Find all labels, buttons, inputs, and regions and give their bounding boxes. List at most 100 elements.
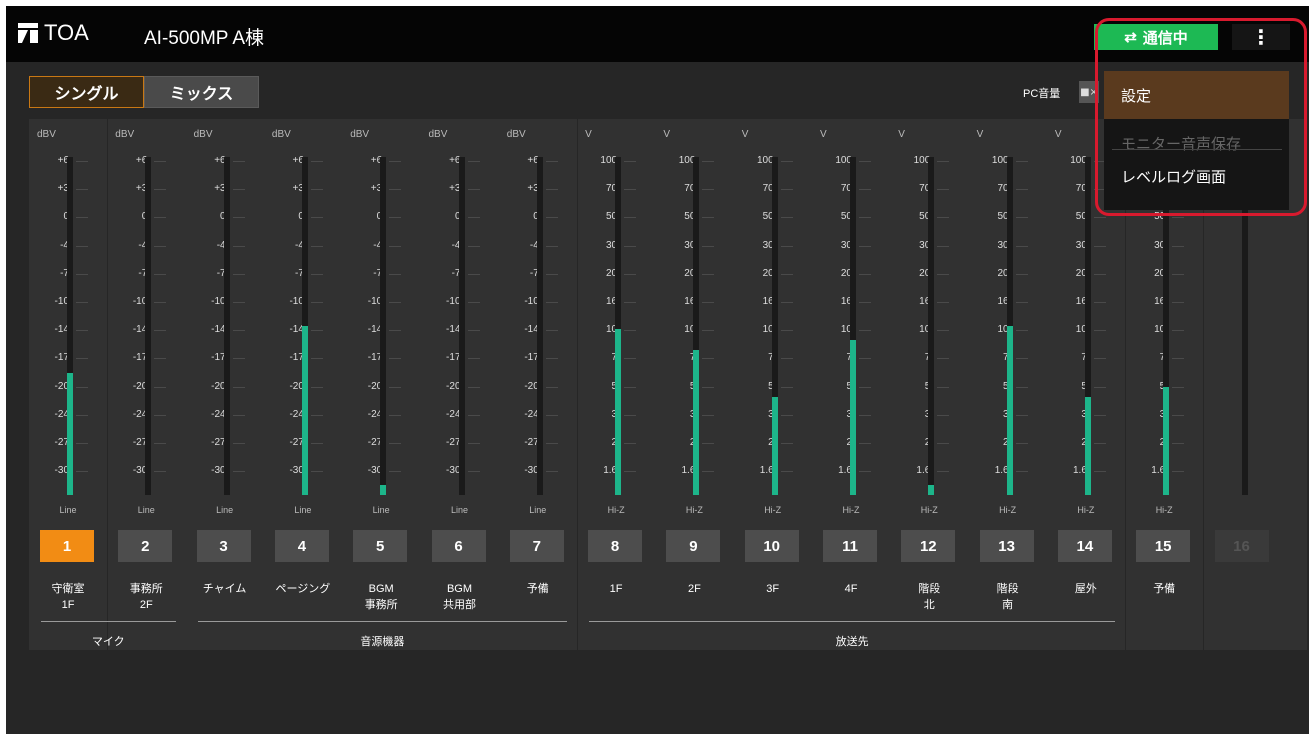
channel-button-5[interactable]: 5 [353, 530, 408, 562]
meter-tick-label: 50 [1154, 211, 1166, 223]
meter-tick-line [545, 161, 558, 162]
meter-tick-label: 16 [919, 296, 931, 307]
channel-button-3[interactable]: 3 [196, 530, 251, 562]
meter-tick-line [624, 386, 637, 388]
meter-tick-label: 5 [581, 381, 618, 392]
meter-tick-label: 50 [840, 211, 852, 223]
meter-tick-line [76, 161, 88, 162]
channel-button-12[interactable]: 12 [901, 530, 956, 562]
meter-tick-label: -14 [524, 324, 539, 336]
meter-unit-label: dBV [37, 129, 56, 140]
level-meter-fill [615, 329, 622, 495]
sync-icon: ⇄ [1124, 29, 1137, 46]
meter-tick-line [389, 443, 402, 444]
meter-tick-line [859, 386, 871, 388]
meter-tick-label: -27 [524, 437, 539, 448]
channel-button-7[interactable]: 7 [509, 530, 564, 562]
input-type-label: Hi-Z [607, 505, 625, 515]
level-meter-track [1084, 157, 1091, 495]
meter-unit-label: dBV [271, 129, 291, 140]
meter-tick-line [702, 161, 715, 162]
meter-tick-label: 20 [605, 267, 618, 279]
meter-tick-label: +6 [370, 155, 383, 166]
input-type-label: Line [450, 505, 468, 515]
meter-tick-label: -30 [211, 465, 226, 477]
pc-volume-toggle[interactable]: ■× [1079, 81, 1099, 103]
meter-tick-line [1093, 471, 1106, 473]
meter-tick-label: -27 [54, 437, 69, 448]
meter-tick-line [859, 161, 871, 162]
tab-single[interactable]: シングル [29, 76, 144, 108]
channel-button-11[interactable]: 11 [823, 530, 877, 562]
meter-tick-label: 16 [840, 296, 852, 307]
meter-tick-label: 1.6 [994, 465, 1009, 477]
level-meter-track [380, 157, 387, 495]
meter-tick-label: -20 [446, 380, 461, 392]
channel-button-9[interactable]: 9 [666, 530, 721, 562]
channel-name: BGM 共用部 [443, 583, 476, 611]
tab-mix[interactable]: ミックス [144, 76, 259, 108]
meter-tick-line [154, 273, 167, 275]
meter-tick-line [1172, 330, 1185, 332]
meter-tick-line [154, 358, 167, 360]
channel-button-8[interactable]: 8 [588, 530, 643, 562]
meter-tick-line [154, 217, 167, 219]
meter-tick-line [937, 330, 950, 332]
meter-tick-line [232, 386, 245, 388]
channel-strip-5: dBV +6 +3 0 -4 -7 -10 -14 -17 -20 -24 -27 -30 Line 5 BG… [342, 119, 420, 650]
meter-tick-line [1172, 302, 1185, 303]
channel-button-2[interactable]: 2 [118, 530, 173, 562]
meter-tick-label: -4 [60, 239, 69, 251]
meter-tick-label: -4 [373, 239, 383, 251]
meter-tick-line [1093, 273, 1106, 275]
meter-tick-label: 5 [659, 381, 696, 392]
meter-tick-label: 2 [973, 437, 1009, 448]
menu-item-settings[interactable]: 設定 [1104, 71, 1289, 119]
channel-strip-4: dBV +6 +3 0 -4 -7 -10 -14 -17 -20 -24 -27 -30 Line 4 ペー… [264, 119, 342, 650]
channel-name: 予備 [1153, 583, 1176, 595]
meter-tick-label: -24 [132, 408, 148, 420]
device-title: AI-500MP A棟 [144, 28, 265, 49]
meter-tick-label: +3 [292, 183, 304, 195]
meter-tick-line [1015, 217, 1028, 219]
connection-status-button[interactable]: ⇄ 通信中 [1094, 24, 1218, 50]
menu-item-level-log[interactable]: レベルログ画面 [1104, 150, 1289, 202]
more-menu-button[interactable]: ⋮ [1232, 24, 1290, 50]
meter-tick-label: +3 [57, 183, 69, 195]
meter-tick-label: 0 [33, 211, 69, 222]
meter-tick-label: -20 [524, 380, 539, 392]
channel-button-13[interactable]: 13 [979, 530, 1034, 562]
meter-tick-line [1172, 358, 1185, 360]
channel-button-15[interactable]: 15 [1136, 530, 1191, 562]
meter-tick-label: 20 [762, 267, 774, 279]
pc-volume-label: PC音量 [1023, 88, 1061, 100]
meter-tick-label: -24 [446, 408, 461, 420]
meter-tick-label: 20 [1075, 267, 1087, 279]
channel-button-10[interactable]: 10 [744, 530, 799, 562]
meter-tick-line [389, 189, 402, 191]
meter-tick-label: 1.6 [838, 465, 852, 477]
meter-tick-label: 1.6 [1072, 465, 1087, 477]
meter-tick-label: 1.6 [916, 465, 931, 477]
level-meter-track [458, 157, 465, 495]
meter-tick-label: 5 [1051, 381, 1087, 392]
group-label: 放送先 [835, 636, 869, 648]
meter-tick-label: +3 [214, 183, 226, 195]
channel-button-6[interactable]: 6 [431, 530, 486, 562]
level-meter-track [67, 157, 73, 495]
meter-tick-label: -17 [132, 352, 148, 364]
input-type-label: Line [59, 505, 77, 515]
meter-tick-label: -7 [216, 267, 226, 279]
meter-tick-label: -30 [367, 465, 383, 477]
meter-tick-line [545, 443, 558, 444]
meter-tick-label: 7 [581, 352, 618, 363]
logo-mark-icon [18, 23, 38, 43]
channel-button-1[interactable]: 1 [40, 530, 94, 562]
channel-button-4[interactable]: 4 [274, 530, 329, 562]
meter-tick-label: 50 [762, 211, 774, 223]
meter-tick-line [310, 358, 323, 360]
meter-tick-label: 0 [190, 211, 226, 222]
input-type-label: Hi-Z [920, 505, 938, 515]
channel-button-14[interactable]: 14 [1057, 530, 1112, 562]
meter-tick-label: -10 [446, 296, 461, 307]
